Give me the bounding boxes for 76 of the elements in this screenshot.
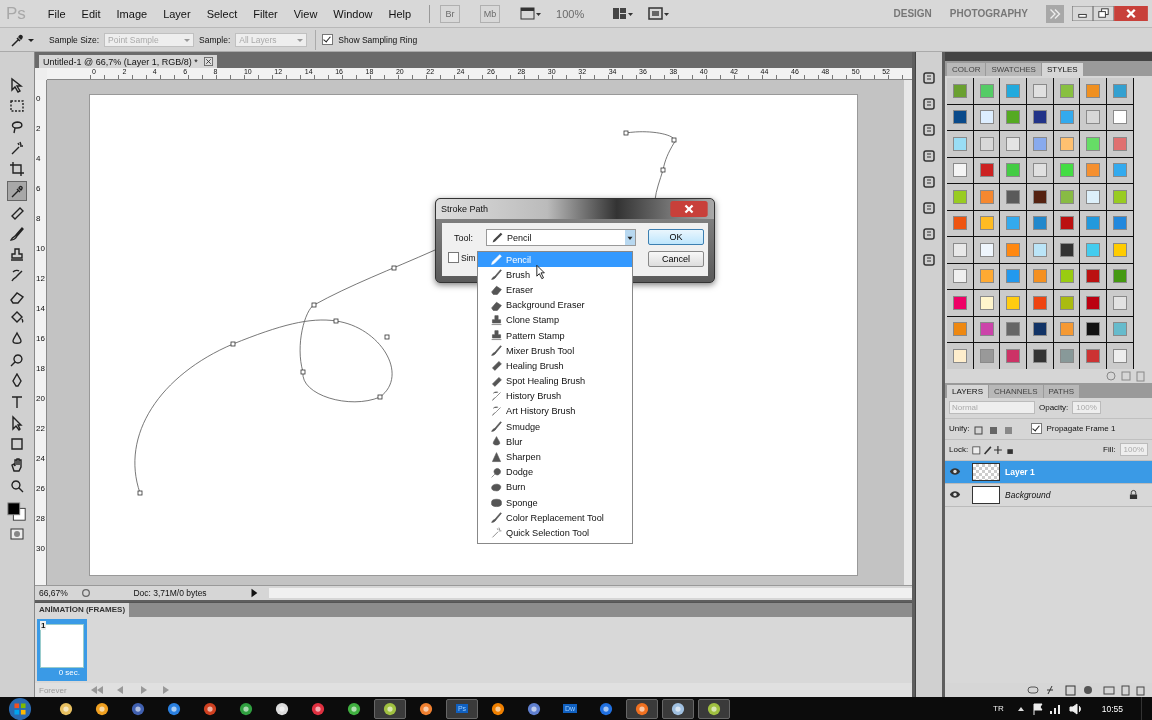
zoom-readout[interactable]: 66,67%	[35, 588, 77, 598]
menu-option[interactable]: Spot Healing Brush	[478, 373, 632, 389]
ruler-number: 20	[35, 395, 46, 405]
ruler-number: 26	[35, 485, 46, 495]
panel-tab[interactable]: PATHS	[1043, 384, 1080, 398]
panel-tab[interactable]: STYLES	[1041, 63, 1083, 76]
ruler-number: 10	[35, 245, 46, 255]
menu-option[interactable]: Quick Selection Tool	[478, 525, 632, 541]
menu-option[interactable]: Background Eraser	[478, 297, 632, 313]
menu-item[interactable]: View	[285, 7, 326, 20]
field-label: Lock:	[949, 445, 969, 454]
launcher-button[interactable]: Mb	[480, 4, 501, 23]
menu-item[interactable]: Help	[380, 7, 420, 20]
menu-option[interactable]: Color Replacement Tool	[478, 510, 632, 526]
ruler-number: 22	[35, 425, 46, 435]
animation-frame[interactable]: 1 0 sec.	[37, 619, 87, 681]
ruler-number: 30	[35, 545, 46, 555]
ruler-number: 14	[35, 305, 46, 315]
menu-item[interactable]: Layer	[155, 7, 199, 20]
menu-item[interactable]: File	[39, 7, 74, 20]
field-label: Sample Size:	[49, 34, 100, 45]
ruler-number: 8	[35, 215, 42, 225]
menu-option[interactable]: Burn	[478, 479, 632, 495]
document-size: Doc: 3,71M/0 bytes	[132, 588, 208, 598]
checkbox-label[interactable]: Sim	[461, 252, 476, 263]
field-label: Opacity:	[1039, 403, 1069, 412]
launcher-button[interactable]: Br	[440, 4, 461, 23]
menu-option[interactable]: Mixer Brush Tool	[478, 343, 632, 359]
ruler-number: 4	[35, 155, 42, 165]
ruler-number: 28	[35, 515, 46, 525]
language-indicator[interactable]: TR	[993, 704, 1004, 713]
menu-item[interactable]: Select	[198, 7, 246, 20]
ruler-number: 24	[35, 455, 46, 465]
frame-number: 1	[40, 621, 47, 630]
menu-option[interactable]: Smudge	[478, 419, 632, 435]
menu-option[interactable]: Dodge	[478, 464, 632, 480]
menu-option[interactable]: Eraser	[478, 282, 632, 298]
panel-tab[interactable]: COLOR	[947, 63, 986, 76]
panel-tab[interactable]: SWATCHES	[986, 63, 1041, 76]
checkbox-label[interactable]: Show Sampling Ring	[338, 34, 418, 45]
document-tab[interactable]: Untitled-1 @ 66,7% (Layer 1, RGB/8) *	[39, 55, 217, 68]
menu-option[interactable]: Sharpen	[478, 449, 632, 465]
menu-option[interactable]: Sponge	[478, 495, 632, 511]
menu-option[interactable]: History Brush	[478, 388, 632, 404]
layer-row[interactable]: Background	[945, 483, 1152, 507]
ruler-number: 16	[35, 335, 46, 345]
menu-item[interactable]: Window	[325, 7, 381, 20]
field-label: Fill:	[1103, 445, 1116, 454]
menu-option[interactable]: Clone Stamp	[478, 312, 632, 328]
ruler-number: 0	[35, 95, 42, 105]
clock[interactable]: 10:55	[1101, 703, 1123, 714]
field-label: Sample:	[199, 34, 231, 45]
ok-button[interactable]: OK	[648, 229, 704, 245]
checkbox-label[interactable]: Propagate Frame 1	[1046, 424, 1116, 433]
field-label: Unify:	[949, 424, 970, 433]
menu-option[interactable]: Brush	[478, 267, 632, 283]
zoom-level[interactable]: 100%	[556, 7, 587, 20]
menu-option[interactable]: Blur	[478, 434, 632, 450]
ruler-number: 12	[35, 275, 46, 285]
menu-option[interactable]: Healing Brush	[478, 358, 632, 374]
cancel-button[interactable]: Cancel	[648, 251, 704, 267]
menu-option[interactable]: Pattern Stamp	[478, 327, 632, 344]
dialog-title: Stroke Path	[441, 204, 489, 214]
menu-option[interactable]: Art History Brush	[478, 403, 632, 420]
menu-item[interactable]: Edit	[73, 7, 109, 20]
field-label: Tool:	[454, 232, 474, 243]
ruler-number: 2	[35, 125, 42, 135]
panel-tab[interactable]: CHANNELS	[989, 384, 1043, 398]
tool-dropdown[interactable]: Pencil	[486, 229, 636, 246]
ruler-number: 18	[35, 365, 46, 375]
ruler-number: 6	[35, 185, 42, 195]
menu-item[interactable]: Filter	[245, 7, 286, 20]
menu-item[interactable]: Image	[108, 7, 156, 20]
panel-tab[interactable]: ANİMATİON (FRAMES)	[35, 603, 130, 617]
layer-name[interactable]: Background	[1005, 489, 1124, 500]
panel-tab[interactable]: LAYERS	[947, 384, 988, 398]
